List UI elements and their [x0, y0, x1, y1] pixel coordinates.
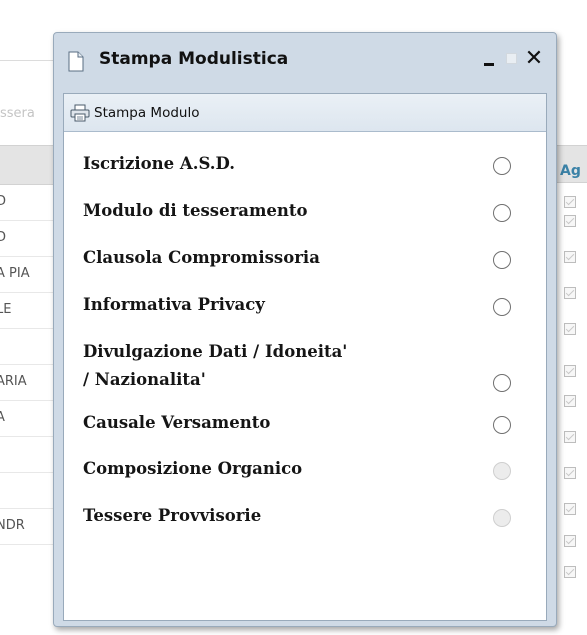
- option-label: Composizione Organico: [83, 459, 303, 478]
- option-label: Modulo di tesseramento: [83, 201, 308, 220]
- checkbox[interactable]: [564, 287, 576, 299]
- table-cell: A PIA: [0, 266, 30, 281]
- print-form-label: Stampa Modulo: [94, 105, 200, 121]
- print-form-button[interactable]: Stampa Modulo: [70, 100, 199, 126]
- radio-iscrizione[interactable]: [493, 157, 511, 175]
- radio-tessere: [493, 509, 511, 527]
- option-tessere: Tessere Provvisorie: [64, 502, 546, 534]
- option-organico: Composizione Organico: [64, 455, 546, 487]
- checkbox[interactable]: [564, 251, 576, 263]
- maximize-button[interactable]: [504, 47, 520, 71]
- window-body: Stampa Modulo Iscrizione A.S.D. Modulo d…: [63, 93, 547, 621]
- close-button[interactable]: ✕: [524, 47, 544, 71]
- option-divulgazione[interactable]: Divulgazione Dati / Idoneita' / Nazional…: [64, 336, 546, 400]
- radio-clausola[interactable]: [493, 251, 511, 269]
- radio-versamento[interactable]: [493, 416, 511, 434]
- radio-organico: [493, 462, 511, 480]
- table-cell: A: [0, 410, 5, 425]
- table-cell: D: [0, 230, 6, 245]
- background-grid-right: Ag: [556, 0, 587, 635]
- background-column-header[interactable]: Ag: [556, 145, 587, 183]
- table-cell: ARIA: [0, 374, 27, 389]
- checkbox[interactable]: [564, 503, 576, 515]
- option-tesseramento[interactable]: Modulo di tesseramento: [64, 197, 546, 229]
- checkbox[interactable]: [564, 196, 576, 208]
- checkbox[interactable]: [564, 215, 576, 227]
- printer-icon: [70, 104, 90, 122]
- print-forms-window[interactable]: Stampa Modulistica ✕ Stampa Modulo Iscri…: [53, 32, 557, 627]
- window-title: Stampa Modulistica: [99, 49, 289, 69]
- checkbox[interactable]: [564, 535, 576, 547]
- checkbox[interactable]: [564, 566, 576, 578]
- window-toolbar: Stampa Modulo: [64, 94, 546, 132]
- table-cell: D: [0, 194, 6, 209]
- option-label: Iscrizione A.S.D.: [83, 154, 235, 173]
- table-cell: LE: [0, 302, 12, 317]
- checkbox[interactable]: [564, 365, 576, 377]
- option-versamento[interactable]: Causale Versamento: [64, 409, 546, 441]
- option-privacy[interactable]: Informativa Privacy: [64, 291, 546, 323]
- radio-tesseramento[interactable]: [493, 204, 511, 222]
- radio-divulgazione[interactable]: [493, 374, 511, 392]
- option-label: Informativa Privacy: [83, 295, 265, 314]
- option-label-line2: / Nazionalita': [83, 370, 206, 389]
- background-search-placeholder: ssera: [0, 106, 35, 121]
- checkbox[interactable]: [564, 323, 576, 335]
- window-titlebar[interactable]: Stampa Modulistica ✕: [54, 33, 556, 91]
- option-label: Divulgazione Dati / Idoneita': [83, 342, 348, 361]
- option-label: Tessere Provvisorie: [83, 506, 262, 525]
- document-icon: [68, 51, 84, 72]
- option-label: Causale Versamento: [83, 413, 271, 432]
- checkbox[interactable]: [564, 431, 576, 443]
- checkbox[interactable]: [564, 467, 576, 479]
- minimize-button[interactable]: [482, 47, 498, 71]
- option-iscrizione[interactable]: Iscrizione A.S.D.: [64, 150, 546, 182]
- option-clausola[interactable]: Clausola Compromissoria: [64, 244, 546, 276]
- checkbox[interactable]: [564, 395, 576, 407]
- column-header-label: Ag: [560, 163, 581, 179]
- radio-privacy[interactable]: [493, 298, 511, 316]
- table-cell: NDR: [0, 518, 25, 533]
- option-label: Clausola Compromissoria: [83, 248, 320, 267]
